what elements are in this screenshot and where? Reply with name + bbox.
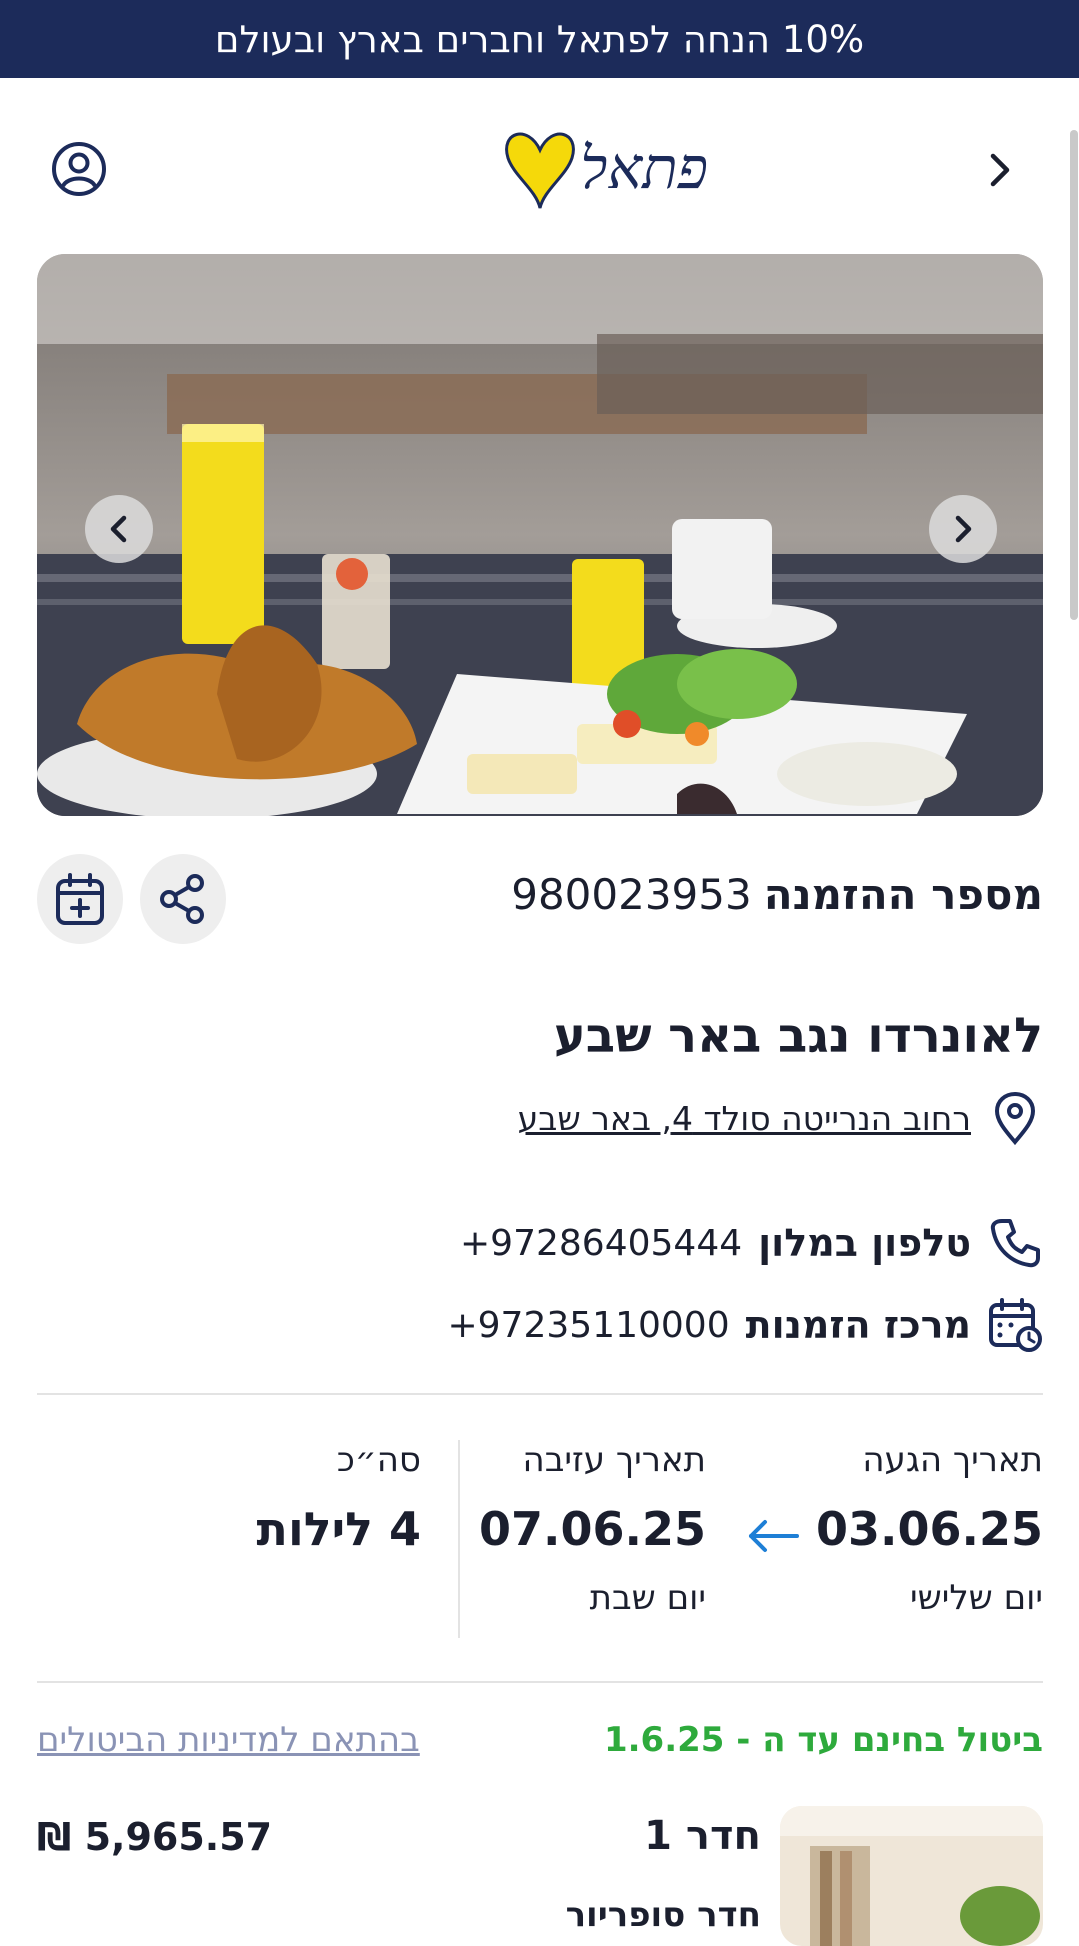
arrival-date: 03.06.25 <box>816 1502 1043 1556</box>
back-button[interactable] <box>975 145 1025 195</box>
booking-center-label: מרכז הזמנות <box>745 1303 971 1347</box>
promo-banner[interactable]: 10% הנחה לפתאל וחברים בארץ ובעולם <box>0 0 1079 78</box>
fattal-logo[interactable]: fattal פתאל <box>194 110 713 220</box>
phone-icon <box>987 1215 1043 1271</box>
gallery-prev-button[interactable] <box>85 495 153 563</box>
booking-center-value[interactable]: +97235110000 <box>447 1305 729 1346</box>
calendar-plus-icon <box>56 873 104 925</box>
hotel-phone-value[interactable]: +97286405444 <box>460 1223 742 1264</box>
total-label: סה״כ <box>336 1440 421 1480</box>
scrollbar[interactable] <box>1070 130 1078 620</box>
divider <box>37 1393 1043 1395</box>
departure-date: 07.06.25 <box>479 1502 706 1556</box>
gallery-next-button[interactable] <box>929 495 997 563</box>
hotel-name: לאונרדו נגב באר שבע <box>553 1008 1043 1064</box>
chevron-right-icon <box>990 153 1010 187</box>
room-type: חדר סופריור <box>565 1895 761 1935</box>
departure-day: יום שבת <box>589 1578 706 1618</box>
free-cancellation-text: ביטול בחינם עד ה - 1.6.25 <box>603 1720 1043 1760</box>
departure-label: תאריך עזיבה <box>522 1440 706 1480</box>
hotel-phone-row[interactable]: טלפון במלון +97286405444 <box>460 1215 1043 1271</box>
room-thumbnail[interactable] <box>780 1806 1043 1946</box>
divider <box>37 1681 1043 1683</box>
user-account-button[interactable] <box>50 140 108 198</box>
arrow-left-icon <box>749 1520 799 1552</box>
chevron-left-icon <box>110 515 127 543</box>
chevron-right-icon <box>955 515 972 543</box>
location-pin-icon <box>987 1090 1043 1146</box>
booking-number-label: מספר ההזמנה <box>763 870 1043 919</box>
stay-dates: תאריך הגעה 03.06.25 יום שלישי תאריך עזיב… <box>37 1440 1043 1640</box>
total-nights: 4 לילות <box>256 1502 421 1556</box>
cancellation-policy-link[interactable]: בהתאם למדיניות הביטולים <box>37 1720 420 1760</box>
arrival-day: יום שלישי <box>910 1578 1043 1618</box>
vertical-divider <box>458 1440 460 1638</box>
calendar-clock-icon <box>987 1297 1043 1353</box>
user-icon <box>52 142 106 196</box>
room-photo <box>780 1806 1043 1946</box>
hotel-address-row: רחוב הנרייטה סולד 4, באר שבע <box>518 1090 1043 1146</box>
booking-number-value: 980023953 <box>511 870 752 919</box>
total-nights-column: סה״כ 4 לילות <box>257 1440 421 1556</box>
breakfast-photo <box>37 254 1043 816</box>
booking-number: מספר ההזמנה 980023953 <box>511 870 1043 919</box>
share-icon <box>160 874 204 924</box>
share-button[interactable] <box>140 854 226 944</box>
hotel-photo-gallery[interactable] <box>37 254 1043 816</box>
add-to-calendar-button[interactable] <box>37 854 123 944</box>
booking-center-row[interactable]: מרכז הזמנות +97235110000 <box>447 1297 1043 1353</box>
logo-latin: fattal <box>368 140 370 214</box>
hotel-address-link[interactable]: רחוב הנרייטה סולד 4, באר שבע <box>518 1099 971 1138</box>
departure-column: תאריך עזיבה 07.06.25 יום שבת <box>479 1440 706 1618</box>
arrival-column: תאריך הגעה 03.06.25 יום שלישי <box>816 1440 1043 1618</box>
arrival-label: תאריך הגעה <box>862 1440 1043 1480</box>
promo-text: 10% הנחה לפתאל וחברים בארץ ובעולם <box>214 17 865 61</box>
room-price: ₪ 5,965.57 <box>37 1815 273 1859</box>
logo-hebrew: פתאל <box>580 134 708 202</box>
room-title: חדר 1 <box>644 1813 761 1859</box>
hotel-phone-label: טלפון במלון <box>758 1221 971 1265</box>
